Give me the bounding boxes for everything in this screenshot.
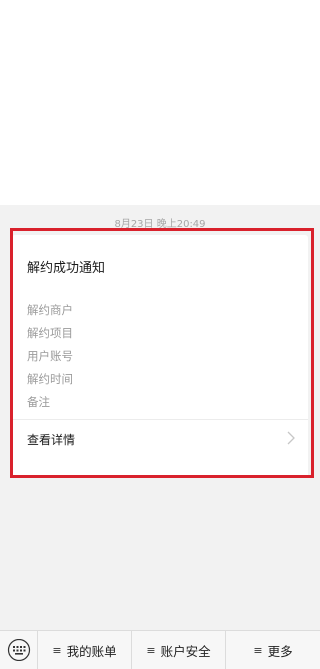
- view-details-label: 查看详情: [27, 433, 76, 447]
- menu-account-security-label: 账户安全: [160, 643, 211, 659]
- menu-more[interactable]: ≡ 更多: [226, 631, 320, 669]
- field-remark: 备注: [27, 395, 50, 409]
- menu-more-label: 更多: [267, 643, 293, 659]
- menu-list-icon: ≡: [253, 643, 263, 657]
- field-merchant: 解约商户: [27, 303, 73, 317]
- field-time: 解约时间: [27, 372, 73, 386]
- keyboard-toggle-button[interactable]: [0, 631, 38, 669]
- menu-account-security[interactable]: ≡ 账户安全: [132, 631, 226, 669]
- card-title: 解约成功通知: [27, 261, 106, 276]
- menu-my-bills[interactable]: ≡ 我的账单: [38, 631, 132, 669]
- message-timestamp: 8月23日 晚上20:49: [114, 219, 206, 230]
- menu-list-icon: ≡: [146, 643, 156, 657]
- screen: 8月23日 晚上20:49 解约成功通知 解约商户 解约项目 用户账号 解约时间…: [0, 0, 320, 669]
- bottom-menu-bar: ≡ 我的账单 ≡ 账户安全 ≡ 更多: [0, 630, 320, 669]
- chat-area: 8月23日 晚上20:49 解约成功通知 解约商户 解约项目 用户账号 解约时间…: [0, 205, 320, 630]
- field-account: 用户账号: [27, 349, 73, 363]
- menu-my-bills-label: 我的账单: [66, 643, 117, 659]
- menu-list-icon: ≡: [52, 643, 62, 657]
- field-project: 解约项目: [27, 326, 73, 340]
- keyboard-icon: [7, 639, 31, 661]
- notification-card: 解约成功通知 解约商户 解约项目 用户账号 解约时间 备注 查看详情: [12, 235, 308, 478]
- view-details-link[interactable]: 查看详情: [12, 420, 308, 456]
- chevron-right-icon: [287, 431, 295, 445]
